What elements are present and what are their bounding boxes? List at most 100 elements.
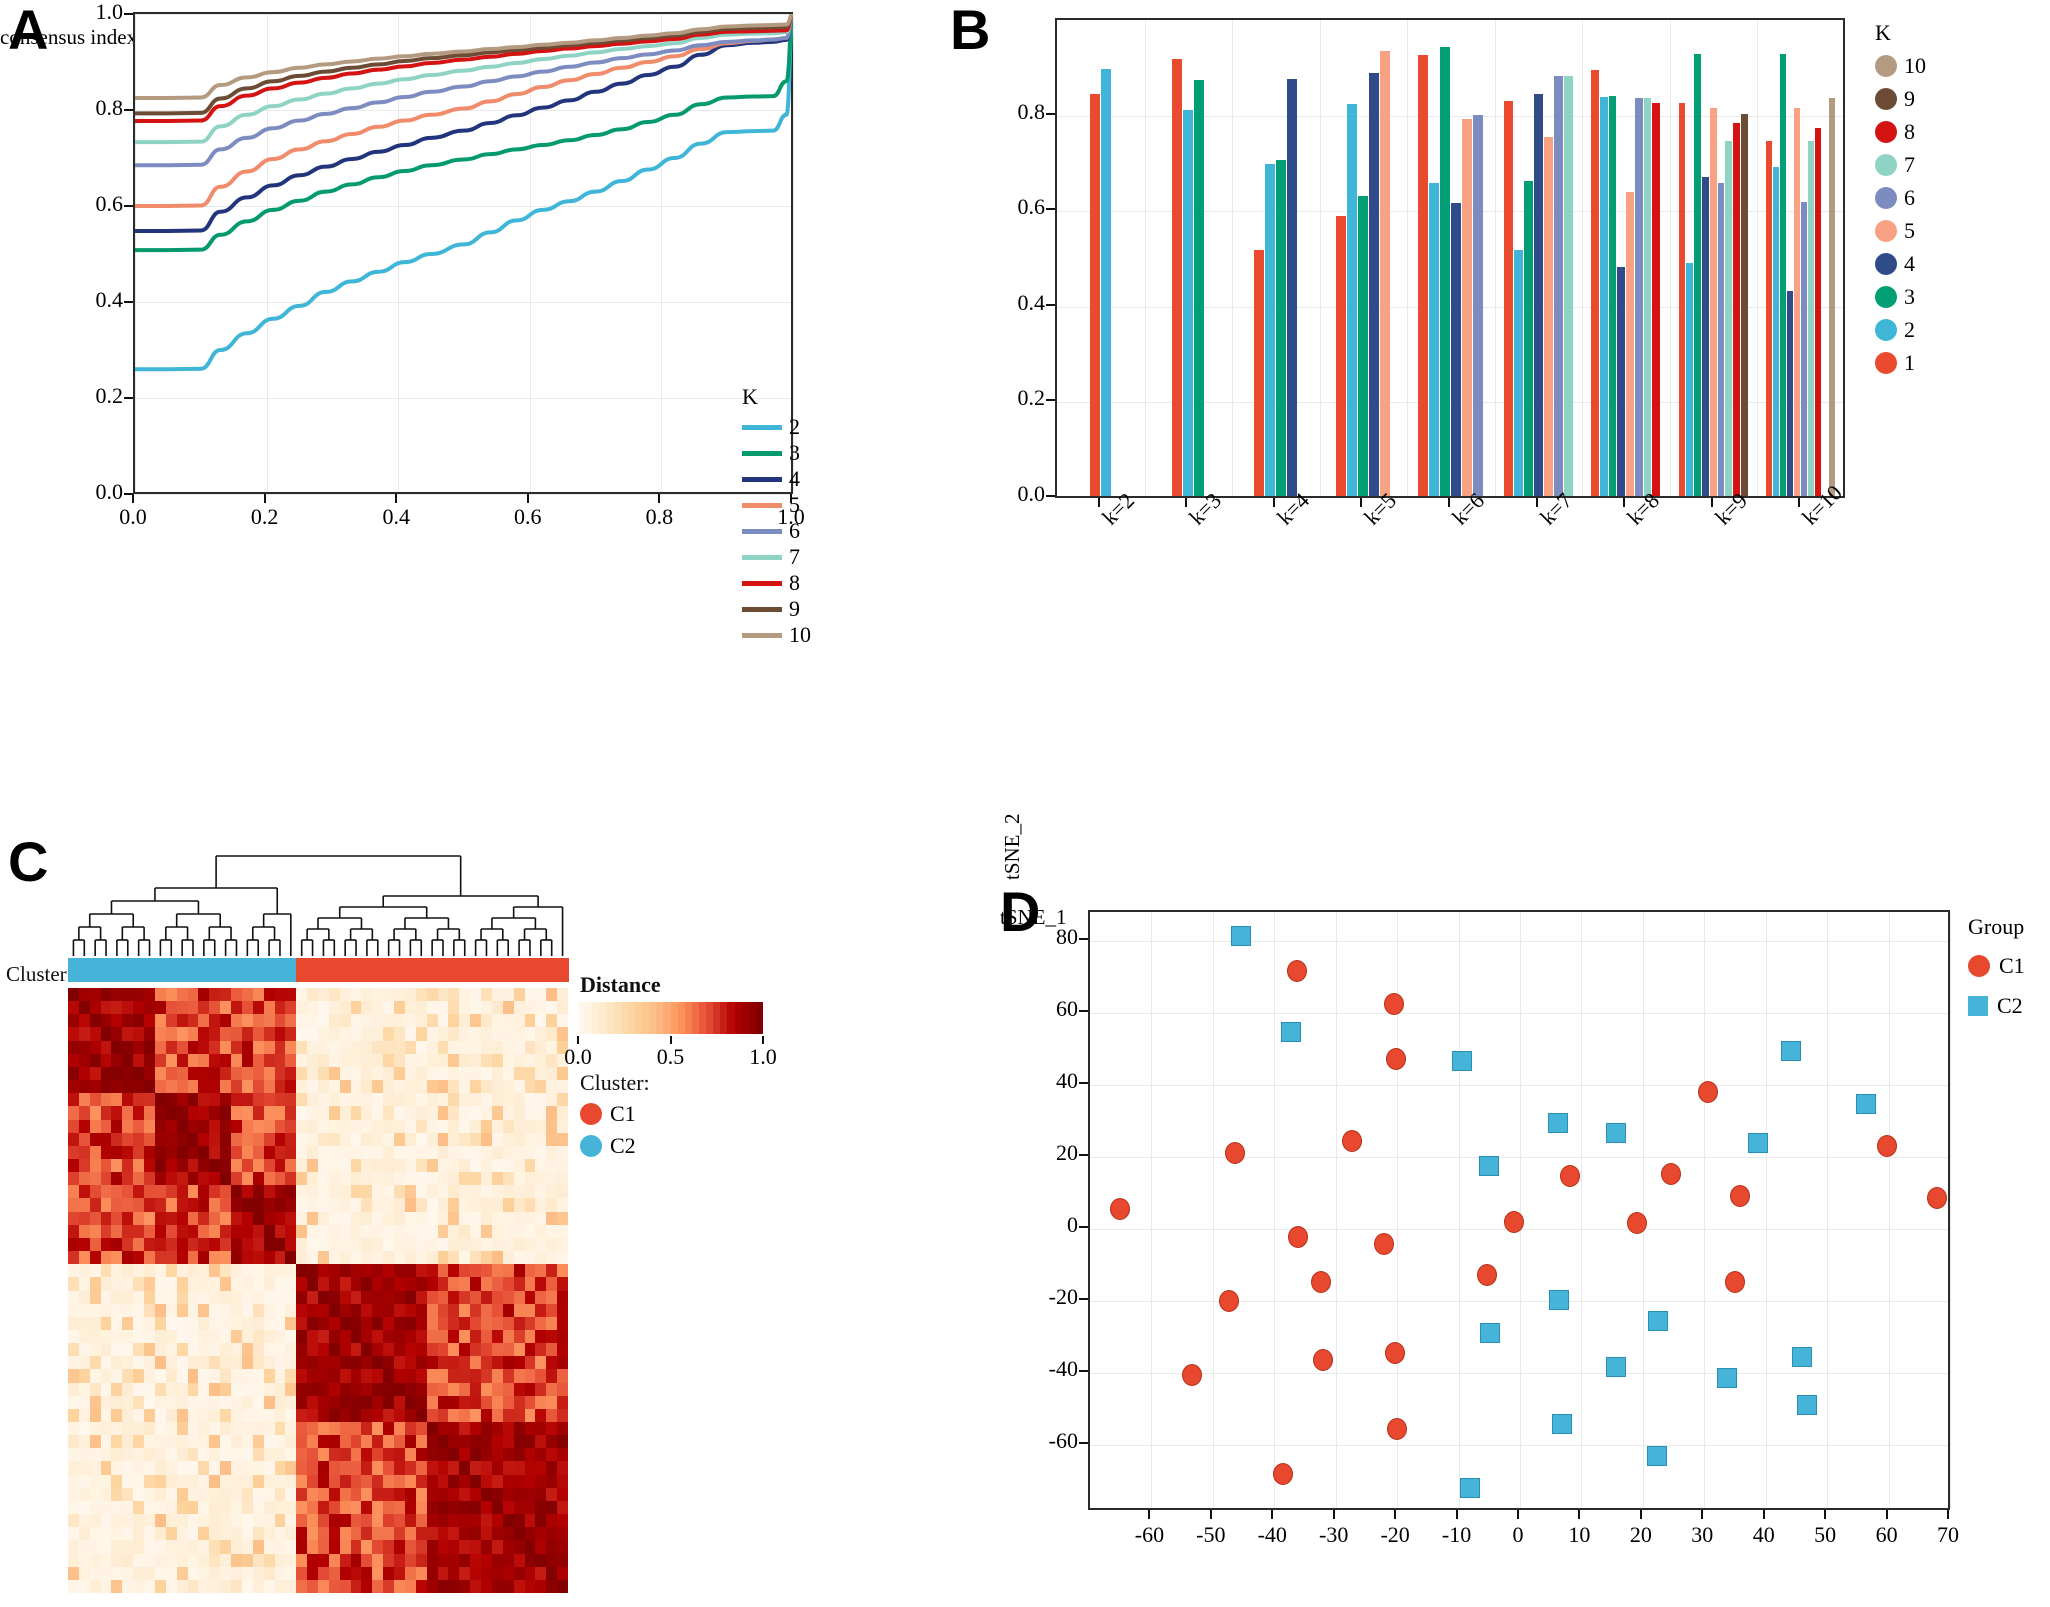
heatmap-cell [404,1224,417,1239]
heatmap-cell [274,1514,286,1528]
y-axis-tick-mark [1079,937,1088,940]
heatmap-cell [111,1198,123,1213]
heatmap-cell [459,1119,471,1134]
heatmap-cell [296,1369,308,1384]
heatmap-cell [198,1527,210,1541]
heatmap-cell [470,1264,482,1278]
heatmap-cell [241,1198,254,1213]
heatmap-cell [198,1211,210,1226]
heatmap-cell [165,1356,178,1370]
heatmap-cell [144,1145,156,1160]
heatmap-cell [513,1106,526,1121]
heatmap-cell [448,1553,460,1568]
heatmap-cell [383,1014,395,1029]
heatmap-cell [328,1080,341,1094]
heatmap-cell [372,1435,384,1449]
heatmap-cell [513,1316,526,1331]
heatmap-cell [220,1435,232,1449]
heatmap-cell [231,1303,243,1318]
heatmap-cell [100,1422,113,1436]
heatmap-cell [252,1040,265,1055]
heatmap-cell [220,1329,232,1344]
heatmap-cell [285,1080,297,1094]
scatter-point-C2 [1549,1289,1570,1310]
heatmap-cell [231,1224,243,1239]
heatmap-cell [513,1435,526,1449]
heatmap-cell [285,1158,297,1173]
heatmap-cell [372,1382,384,1397]
heatmap-cell [394,1343,406,1357]
heatmap-cell [437,1540,450,1555]
heatmap-cell [459,1382,471,1397]
scatter-point-C1 [1504,1210,1525,1233]
heatmap-cell [491,1356,504,1370]
heatmap-cell [546,1198,558,1213]
heatmap-cell [68,1290,80,1305]
heatmap-cell [524,1093,536,1107]
heatmap-cell [154,1014,167,1029]
heatmap-cell [89,1145,102,1160]
heatmap-cell [502,1540,515,1555]
heatmap-cell [459,1369,471,1384]
heatmap-cell [231,1040,243,1055]
heatmap-cell [209,1527,221,1541]
scatter-point-C1 [1477,1264,1498,1287]
cluster-dot-swatch [580,1103,602,1125]
grid-line-vertical [1765,912,1767,1508]
cluster-strip-cell [285,958,297,982]
heatmap-cell [263,1277,276,1292]
heatmap-cell [339,1093,352,1107]
heatmap-cell [383,1566,395,1581]
heatmap-cell [535,1211,547,1226]
grid-line-vertical [1888,912,1890,1508]
heatmap-cell [437,1579,450,1593]
heatmap-cell [252,1014,265,1029]
heatmap-cell [339,1448,352,1463]
heatmap-cell [198,1382,210,1397]
heatmap-cell [383,1119,395,1134]
heatmap-cell [122,1461,134,1476]
heatmap-cell [274,1158,286,1173]
heatmap-cell [491,1080,504,1094]
heatmap-cell [209,1145,221,1160]
heatmap-cell [404,1198,417,1213]
heatmap-cell [209,1080,221,1094]
heatmap-cell [372,1027,384,1042]
heatmap-cell [404,1001,417,1015]
heatmap-cell [263,1566,276,1581]
heatmap-cell [220,1303,232,1318]
heatmap-cell [100,1066,113,1081]
heatmap-cell [426,1093,439,1107]
x-axis-tick-mark [790,494,792,503]
heatmap-cell [274,1474,286,1489]
heatmap-cell [165,1316,178,1331]
heatmap-cell [144,1566,156,1581]
heatmap-cell [144,1369,156,1384]
heatmap-cell [154,1106,167,1121]
y-axis-tick-label: -20 [1048,1284,1078,1310]
heatmap-cell [448,1487,460,1502]
heatmap-cell [89,1066,102,1081]
heatmap-cell [78,1158,91,1173]
heatmap-cell [176,1435,189,1449]
heatmap-cell [437,1237,450,1252]
heatmap-cell [209,1014,221,1029]
heatmap-cell [220,1448,232,1463]
heatmap-cell [524,1080,536,1094]
heatmap-cell [220,1251,232,1265]
heatmap-cell [437,1145,450,1160]
scatter-point-C2 [1280,1021,1301,1042]
heatmap-cell [209,1487,221,1502]
heatmap-cell [459,1066,471,1081]
heatmap-cell [220,1040,232,1055]
heatmap-cell [318,1356,330,1370]
heatmap-cell [415,1014,428,1029]
heatmap-cell [426,1448,439,1463]
heatmap-cell [198,1553,210,1568]
heatmap-cell [437,1514,450,1528]
y-axis-tick-mark [1079,1298,1088,1301]
heatmap-cell [535,1027,547,1042]
heatmap-cell [502,1343,515,1357]
heatmap-cell [491,1553,504,1568]
heatmap-cell [100,1487,113,1502]
